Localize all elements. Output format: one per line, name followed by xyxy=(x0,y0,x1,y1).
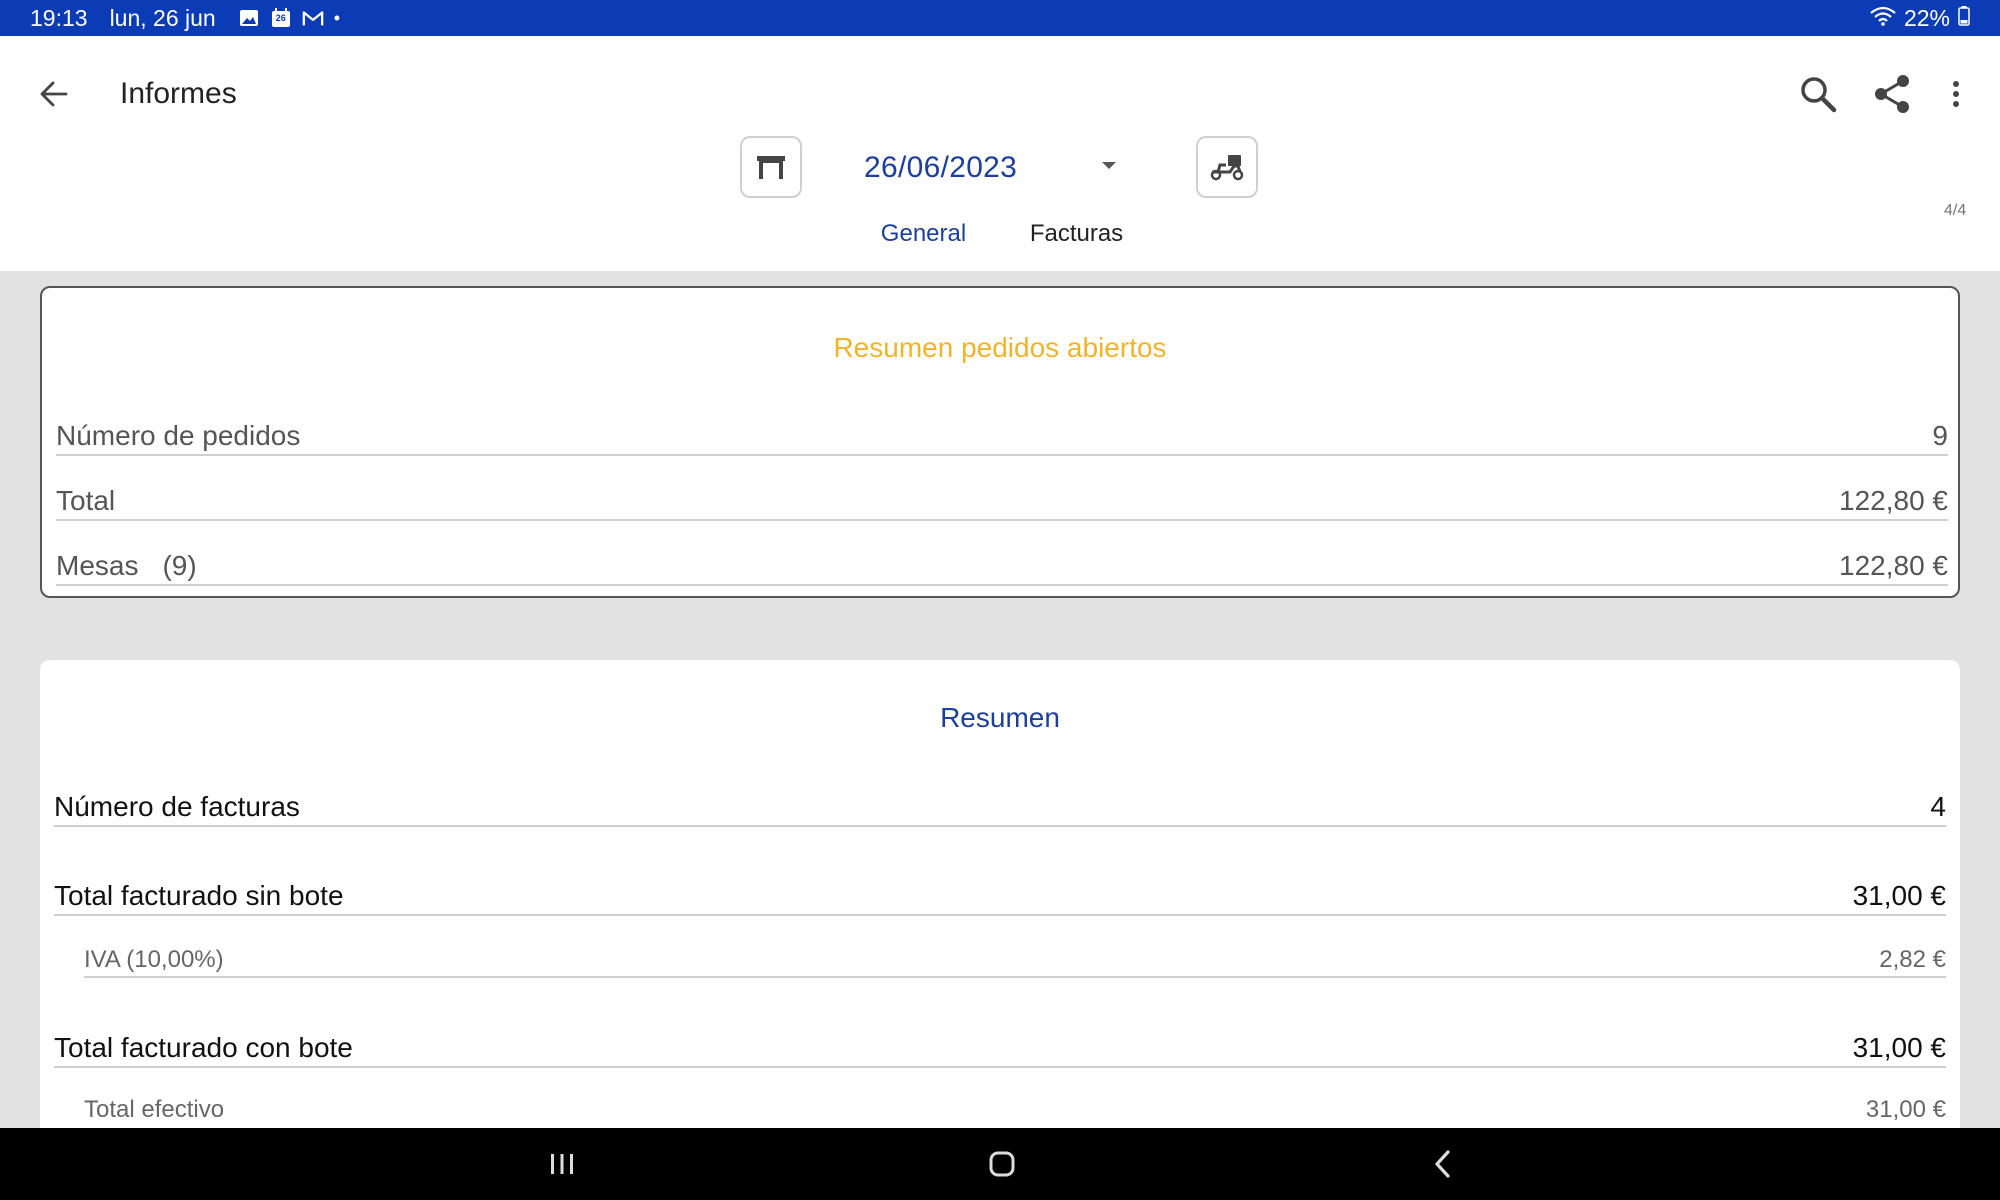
row-value: 122,80 € xyxy=(1839,550,1948,581)
row-mesas[interactable]: Mesas (9) 122,80 € xyxy=(56,550,1948,586)
more-vert-icon xyxy=(1953,81,1959,107)
status-date: lun, 26 jun xyxy=(109,4,216,31)
back-button[interactable] xyxy=(34,74,74,114)
row-numero-facturas: Número de facturas 4 xyxy=(54,791,1946,827)
image-icon xyxy=(238,8,260,28)
row-label: Total facturado sin bote xyxy=(54,880,344,911)
row-total-sin-bote: Total facturado sin bote 31,00 € xyxy=(54,880,1946,916)
app-bar: Informes 26/06/2023 4/4 General Facturas xyxy=(0,36,2000,305)
system-back-button[interactable] xyxy=(1412,1142,1472,1186)
summary-card: Resumen Número de facturas 4 Total factu… xyxy=(40,660,1960,1140)
notification-icons: 26 • xyxy=(238,8,340,29)
chevron-left-icon xyxy=(1435,1150,1450,1178)
row-label: Total efectivo xyxy=(84,1096,225,1123)
delivery-filter-button[interactable] xyxy=(1196,136,1258,198)
row-iva: IVA (10,00%) 2,82 € xyxy=(84,946,1946,978)
calendar-icon: 26 xyxy=(270,8,292,28)
share-button[interactable] xyxy=(1868,70,1916,118)
open-orders-card: Resumen pedidos abiertos Número de pedid… xyxy=(40,286,1960,598)
home-button[interactable] xyxy=(972,1142,1032,1186)
search-button[interactable] xyxy=(1794,70,1842,118)
table-icon xyxy=(757,156,785,179)
gmail-icon xyxy=(302,8,324,28)
row-total-efectivo: Total efectivo 31,00 € xyxy=(84,1096,1946,1126)
row-value: 2,82 € xyxy=(1879,946,1946,973)
row-value: 122,80 € xyxy=(1839,485,1948,516)
system-nav-bar xyxy=(0,1128,2000,1200)
notification-dot: • xyxy=(333,7,341,28)
home-icon xyxy=(989,1151,1015,1177)
tab-facturas-label: Facturas xyxy=(1029,220,1124,247)
row-total-con-bote: Total facturado con bote 31,00 € xyxy=(54,1032,1946,1068)
row-label: Total xyxy=(56,485,116,516)
status-time: 19:13 xyxy=(30,4,88,31)
battery-percentage: 22% xyxy=(1903,4,1950,31)
delivery-scooter-icon xyxy=(1210,155,1244,181)
page-title: Informes xyxy=(120,77,237,110)
row-label: Número de facturas xyxy=(54,791,300,822)
page-indicator: 4/4 xyxy=(1944,202,1967,219)
open-orders-title: Resumen pedidos abiertos xyxy=(833,332,1167,363)
dropdown-arrow-icon xyxy=(1102,162,1116,169)
tab-general[interactable]: General xyxy=(847,220,1000,271)
row-label: IVA (10,00%) xyxy=(84,946,224,973)
share-icon xyxy=(1875,75,1909,113)
wifi-icon xyxy=(1870,5,1896,32)
row-value: 4 xyxy=(1930,791,1946,822)
row-label: Total facturado con bote xyxy=(54,1032,353,1063)
battery-icon xyxy=(1958,5,1970,32)
row-numero-pedidos: Número de pedidos 9 xyxy=(56,420,1948,456)
search-icon xyxy=(1801,77,1837,113)
tab-facturas[interactable]: Facturas xyxy=(1004,220,1149,271)
row-value: 31,00 € xyxy=(1852,1032,1946,1063)
row-total: Total 122,80 € xyxy=(56,485,1948,521)
calendar-day: 26 xyxy=(275,13,286,23)
date-value: 26/06/2023 xyxy=(864,151,1018,184)
arrow-back-icon xyxy=(40,81,68,107)
summary-title: Resumen xyxy=(940,702,1060,733)
row-value: 31,00 € xyxy=(1852,880,1946,911)
row-value: 9 xyxy=(1932,420,1948,451)
tab-general-label: General xyxy=(880,220,967,247)
table-filter-button[interactable] xyxy=(740,136,802,198)
status-bar: 19:13 lun, 26 jun 26 • 22% xyxy=(0,0,2000,36)
row-label: Mesas xyxy=(56,550,139,581)
row-count: (9) xyxy=(162,550,197,581)
row-value: 31,00 € xyxy=(1865,1096,1946,1123)
recent-apps-icon xyxy=(551,1154,573,1174)
row-label: Número de pedidos xyxy=(56,420,301,451)
more-options-button[interactable] xyxy=(1932,70,1980,118)
date-dropdown[interactable]: 26/06/2023 xyxy=(840,146,1116,190)
recent-apps-button[interactable] xyxy=(532,1142,592,1186)
